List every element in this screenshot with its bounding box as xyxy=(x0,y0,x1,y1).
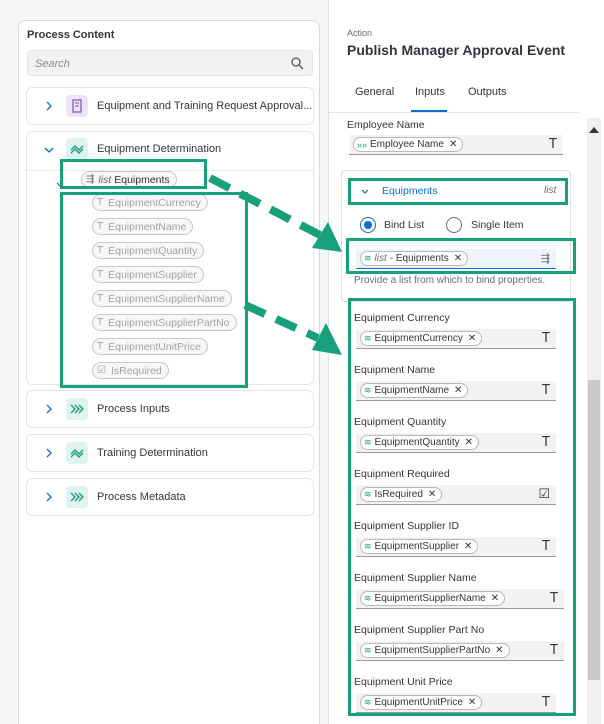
tree-item-label: Process Inputs xyxy=(97,403,170,415)
single-item-radio[interactable] xyxy=(446,217,462,233)
decision-icon xyxy=(66,138,88,160)
remove-icon[interactable]: ✕ xyxy=(449,139,457,150)
highlight-list-chip xyxy=(60,159,207,189)
chevron-down-icon[interactable] xyxy=(43,144,55,156)
search-input[interactable]: Search xyxy=(27,50,313,76)
highlight-equipments-header xyxy=(348,178,568,205)
form-icon xyxy=(66,95,88,117)
tree-item-approval[interactable]: Equipment and Training Request Approval.… xyxy=(26,87,314,125)
bind-list-radio[interactable] xyxy=(360,217,376,233)
panel-title: Process Content xyxy=(27,29,115,41)
inputs-icon: »» xyxy=(357,139,368,150)
highlight-source-fields xyxy=(60,192,248,388)
value-chip[interactable]: »» Employee Name ✕ xyxy=(353,137,464,152)
scroll-up-icon[interactable] xyxy=(589,126,599,134)
bind-list-label: Bind List xyxy=(384,219,425,231)
text-type-icon: T xyxy=(549,137,557,152)
chevron-right-icon[interactable] xyxy=(43,447,55,459)
chevron-right-icon[interactable] xyxy=(43,100,55,112)
tree-item-label: Equipment Determination xyxy=(97,143,222,155)
inputs-icon xyxy=(66,486,88,508)
tab-general[interactable]: General xyxy=(355,86,394,98)
highlight-target-fields xyxy=(348,298,576,716)
action-title: Publish Manager Approval Event xyxy=(347,42,566,58)
employee-name-field[interactable]: »» Employee Name ✕ T xyxy=(349,135,563,155)
tree-item-process-inputs[interactable]: Process Inputs xyxy=(26,390,314,428)
search-icon[interactable] xyxy=(290,56,304,70)
tree-item-training-determination[interactable]: Training Determination xyxy=(26,434,314,472)
divider xyxy=(329,112,579,113)
scrollbar-thumb[interactable] xyxy=(588,380,600,680)
help-text: Provide a list from which to bind proper… xyxy=(354,275,546,286)
tree-item-label: Equipment and Training Request Approval.… xyxy=(97,100,313,112)
chevron-right-icon[interactable] xyxy=(43,491,55,503)
tree-item-label: Training Determination xyxy=(97,447,208,459)
field-label: Employee Name xyxy=(347,119,425,131)
chevron-right-icon[interactable] xyxy=(43,403,55,415)
action-label: Action xyxy=(347,28,373,38)
tree-item-process-metadata[interactable]: Process Metadata xyxy=(26,478,314,516)
tab-outputs[interactable]: Outputs xyxy=(468,86,507,98)
inputs-icon xyxy=(66,398,88,420)
tree-item-label: Process Metadata xyxy=(97,491,186,503)
search-placeholder: Search xyxy=(35,58,70,70)
tab-inputs[interactable]: Inputs xyxy=(415,86,445,98)
single-item-label: Single Item xyxy=(471,219,524,231)
decision-icon xyxy=(66,442,88,464)
value-chip-label: Employee Name xyxy=(370,139,444,150)
highlight-bound-list xyxy=(346,238,576,274)
